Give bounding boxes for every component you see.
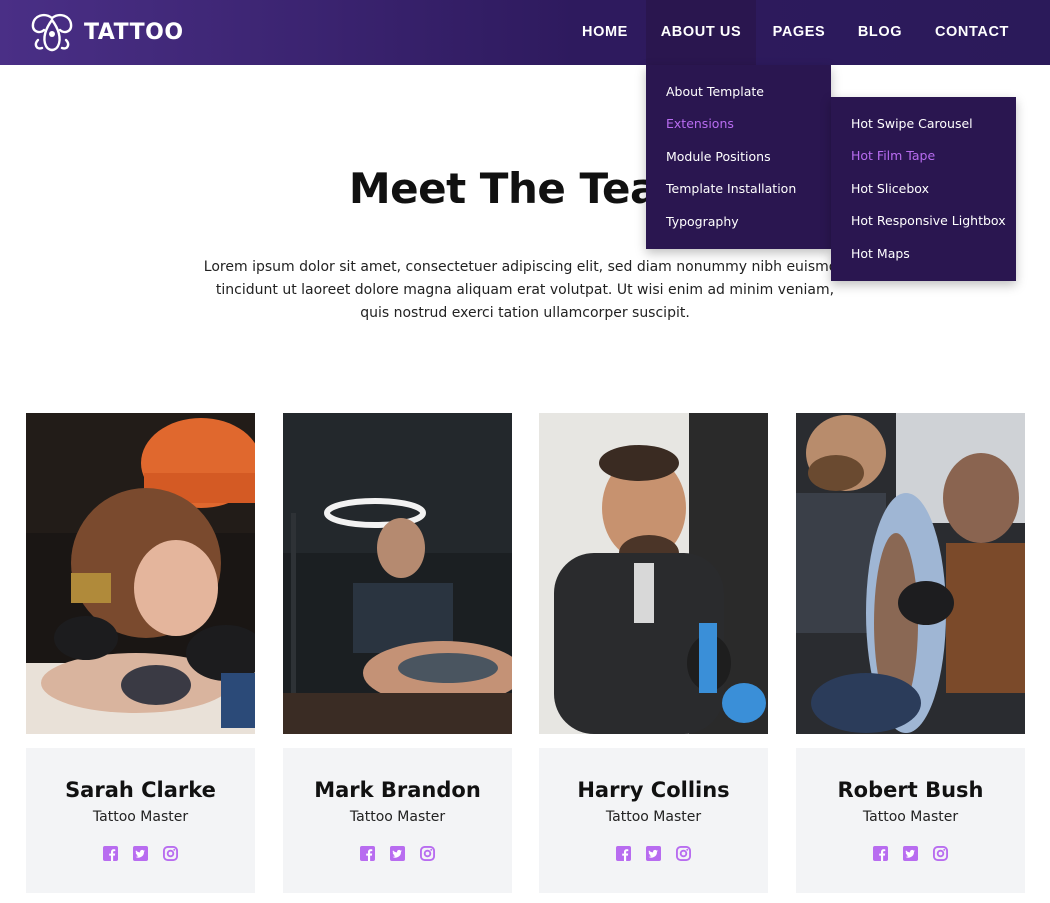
social-links bbox=[796, 846, 1025, 861]
extensions-submenu: Hot Swipe Carousel Hot Film Tape Hot Sli… bbox=[831, 97, 1016, 281]
menu-item-hot-swipe-carousel[interactable]: Hot Swipe Carousel bbox=[851, 116, 973, 131]
nav-pages[interactable]: PAGES bbox=[760, 0, 838, 65]
nav-contact[interactable]: CONTACT bbox=[922, 0, 1022, 65]
instagram-icon[interactable] bbox=[420, 846, 435, 861]
facebook-icon[interactable] bbox=[360, 846, 375, 861]
facebook-icon[interactable] bbox=[873, 846, 888, 861]
menu-item-about-template[interactable]: About Template bbox=[666, 84, 764, 99]
menu-item-module-positions[interactable]: Module Positions bbox=[666, 149, 771, 164]
social-links bbox=[539, 846, 768, 861]
instagram-icon[interactable] bbox=[676, 846, 691, 861]
logo-text: TATTOO bbox=[84, 19, 184, 45]
social-links bbox=[26, 846, 255, 861]
menu-item-hot-responsive-lightbox[interactable]: Hot Responsive Lightbox bbox=[851, 213, 1006, 228]
facebook-icon[interactable] bbox=[616, 846, 631, 861]
menu-item-hot-film-tape[interactable]: Hot Film Tape bbox=[851, 148, 935, 163]
menu-item-extensions[interactable]: Extensions bbox=[666, 116, 734, 131]
site-header: TATTOO HOME ABOUT US PAGES BLOG CONTACT bbox=[0, 0, 1050, 65]
team-card: Sarah Clarke Tattoo Master bbox=[26, 748, 255, 893]
menu-item-typography[interactable]: Typography bbox=[666, 214, 739, 229]
twitter-icon[interactable] bbox=[646, 846, 661, 861]
member-role: Tattoo Master bbox=[605, 809, 702, 825]
member-role: Tattoo Master bbox=[92, 809, 189, 825]
menu-item-hot-slicebox[interactable]: Hot Slicebox bbox=[851, 181, 929, 196]
nav-home[interactable]: HOME bbox=[567, 0, 643, 65]
team-photo-sarah-clarke bbox=[26, 413, 255, 734]
member-name: Mark Brandon bbox=[314, 778, 481, 802]
nav-about-us[interactable]: ABOUT US bbox=[646, 0, 756, 65]
instagram-icon[interactable] bbox=[163, 846, 178, 861]
member-name: Sarah Clarke bbox=[65, 778, 216, 802]
site-logo[interactable]: TATTOO bbox=[30, 11, 184, 53]
twitter-icon[interactable] bbox=[390, 846, 405, 861]
menu-item-hot-maps[interactable]: Hot Maps bbox=[851, 246, 910, 261]
member-role: Tattoo Master bbox=[349, 809, 446, 825]
intro-line: tincidunt ut laoreet dolore magna aliqua… bbox=[215, 282, 835, 298]
intro-text: Lorem ipsum dolor sit amet, consectetuer… bbox=[185, 256, 865, 325]
team-photo-mark-brandon bbox=[283, 413, 512, 734]
twitter-icon[interactable] bbox=[133, 846, 148, 861]
team-card: Robert Bush Tattoo Master bbox=[796, 748, 1025, 893]
intro-line: quis nostrud exerci tation ullamcorper s… bbox=[360, 305, 690, 321]
member-name: Harry Collins bbox=[577, 778, 730, 802]
team-card: Mark Brandon Tattoo Master bbox=[283, 748, 512, 893]
social-links bbox=[283, 846, 512, 861]
instagram-icon[interactable] bbox=[933, 846, 948, 861]
intro-line: Lorem ipsum dolor sit amet, consectetuer… bbox=[203, 259, 847, 275]
team-card: Harry Collins Tattoo Master bbox=[539, 748, 768, 893]
member-name: Robert Bush bbox=[837, 778, 984, 802]
about-us-dropdown: About Template Extensions Module Positio… bbox=[646, 65, 831, 249]
twitter-icon[interactable] bbox=[903, 846, 918, 861]
nav-blog[interactable]: BLOG bbox=[845, 0, 915, 65]
menu-item-template-installation[interactable]: Template Installation bbox=[666, 181, 796, 196]
member-role: Tattoo Master bbox=[862, 809, 959, 825]
tattoo-logo-icon bbox=[31, 13, 73, 52]
facebook-icon[interactable] bbox=[103, 846, 118, 861]
team-photo-harry-collins bbox=[539, 413, 768, 734]
team-photo-robert-bush bbox=[796, 413, 1025, 734]
